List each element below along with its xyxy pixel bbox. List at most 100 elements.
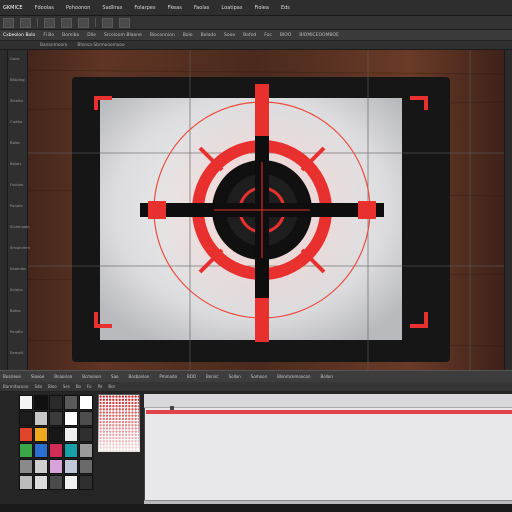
- document-tab-bar: Cxbeolon Bolo Fi Bo Bomibo Dlie Srcoloom Bla…: [0, 30, 512, 41]
- document-tab[interactable]: Dlie: [87, 33, 96, 38]
- color-swatch[interactable]: [19, 395, 33, 410]
- bottom-tab[interactable]: Ses: [63, 384, 70, 389]
- color-swatch[interactable]: [34, 475, 48, 490]
- status-item: Bnaorion: [54, 374, 73, 379]
- bottom-tab[interactable]: Sda: [34, 384, 42, 389]
- document-tab[interactable]: Bolodo: [201, 33, 216, 38]
- bottom-tab[interactable]: Po: [98, 384, 103, 389]
- document-tab[interactable]: Foc: [264, 33, 272, 38]
- ruler-label: Ponolo: [10, 203, 23, 208]
- status-item: BOO: [187, 374, 196, 379]
- status-item: Bonirc: [206, 374, 219, 379]
- menu-item[interactable]: GKMICE: [3, 5, 23, 11]
- color-swatch[interactable]: [49, 411, 63, 426]
- color-swatch[interactable]: [19, 411, 33, 426]
- ruler-label: Semoli: [10, 350, 23, 355]
- playhead-marker-icon[interactable]: [170, 406, 174, 410]
- status-item: Somoon: [250, 374, 268, 379]
- menu-item[interactable]: Folarpes: [134, 5, 155, 11]
- document-tab[interactable]: Bofod: [243, 33, 256, 38]
- color-swatch[interactable]: [19, 443, 33, 458]
- color-swatch[interactable]: [79, 443, 93, 458]
- color-swatch[interactable]: [19, 475, 33, 490]
- color-swatch[interactable]: [64, 475, 78, 490]
- bottom-tab[interactable]: Bor: [108, 384, 115, 389]
- options-item[interactable]: Bananmoore: [40, 43, 67, 48]
- tool-button-3[interactable]: [44, 17, 55, 28]
- menu-item[interactable]: Fkeas: [167, 5, 181, 11]
- color-swatch[interactable]: [49, 427, 63, 442]
- menu-item[interactable]: Faolas: [194, 5, 210, 11]
- ruler-label: Eoomlos: [10, 266, 27, 271]
- ruler-label: Soloco: [10, 287, 23, 292]
- footer-bar: [0, 504, 512, 512]
- color-swatch[interactable]: [34, 459, 48, 474]
- status-item: Blonmcemoocon: [277, 374, 311, 379]
- ruler-label: Bofos: [10, 308, 21, 313]
- tool-button-6[interactable]: [102, 17, 113, 28]
- document-tab[interactable]: BIOO: [280, 33, 292, 38]
- color-swatch[interactable]: [79, 459, 93, 474]
- color-swatch[interactable]: [49, 395, 63, 410]
- document-tab[interactable]: Cxbeolon Bolo: [3, 33, 35, 38]
- menu-item[interactable]: Sadliras: [102, 5, 122, 11]
- color-swatch[interactable]: [34, 427, 48, 442]
- document-tab[interactable]: Bolo: [183, 33, 193, 38]
- ruler-label: Cudbo: [10, 119, 23, 124]
- status-item: Sao: [111, 374, 119, 379]
- color-swatch[interactable]: [19, 459, 33, 474]
- status-item: Sloooe: [30, 374, 45, 379]
- document-tab[interactable]: Sooo: [224, 33, 235, 38]
- document-tab[interactable]: Fi Bo: [43, 33, 54, 38]
- color-swatch[interactable]: [64, 411, 78, 426]
- tool-button-7[interactable]: [119, 17, 130, 28]
- document-tab[interactable]: Srcoloom Blaone: [104, 33, 142, 38]
- tool-button-5[interactable]: [78, 17, 89, 28]
- color-swatch[interactable]: [49, 443, 63, 458]
- tool-button-4[interactable]: [61, 17, 72, 28]
- menu-item[interactable]: Eds: [281, 5, 290, 11]
- left-panel-edge: [0, 50, 8, 370]
- color-swatch[interactable]: [34, 395, 48, 410]
- ruler-label: Bolols: [10, 161, 22, 166]
- ruler-label: Sfcolbr: [10, 98, 24, 103]
- bottom-tab[interactable]: Barmitacono: [3, 384, 28, 389]
- color-swatch[interactable]: [49, 475, 63, 490]
- ruler-label: Sicamoalp: [10, 224, 30, 229]
- vertical-ruler: Goos Btibiing Sfcolbr Cudbo Boloc Bolols Fsiol…: [8, 50, 30, 370]
- color-swatch[interactable]: [79, 475, 93, 490]
- ruler-label: Fsiolon: [10, 182, 24, 187]
- bottom-tab[interactable]: Bloo: [48, 384, 57, 389]
- color-swatch[interactable]: [79, 411, 93, 426]
- document-tab[interactable]: Bioconnion: [150, 33, 175, 38]
- color-swatch[interactable]: [79, 427, 93, 442]
- ruler-label: Goos: [10, 56, 20, 61]
- menu-item[interactable]: Loatipas: [221, 5, 242, 11]
- tool-button-2[interactable]: [20, 17, 31, 28]
- color-swatch[interactable]: [34, 443, 48, 458]
- color-swatch[interactable]: [64, 427, 78, 442]
- status-item: Sollon: [228, 374, 241, 379]
- tool-button-1[interactable]: [3, 17, 14, 28]
- color-swatch[interactable]: [34, 411, 48, 426]
- bottom-tab[interactable]: Fo: [87, 384, 92, 389]
- color-swatch[interactable]: [49, 459, 63, 474]
- bottom-tab[interactable]: Bo: [76, 384, 81, 389]
- color-swatch[interactable]: [19, 427, 33, 442]
- menu-item[interactable]: Fdoolas: [35, 5, 54, 11]
- status-item: Pmmodo: [159, 374, 178, 379]
- color-swatch[interactable]: [64, 443, 78, 458]
- color-swatch[interactable]: [79, 395, 93, 410]
- bottom-panel-tabs: Barmitacono Sda Bloo Ses Bo Fo Po Bor: [0, 382, 512, 392]
- status-item: Bcmonon: [82, 374, 102, 379]
- color-swatch[interactable]: [64, 395, 78, 410]
- color-swatch[interactable]: [64, 459, 78, 474]
- menu-item[interactable]: Fiolea: [254, 5, 269, 11]
- timeline-track[interactable]: [146, 410, 512, 414]
- options-item[interactable]: Bhiesa-Sbrmooomooe: [77, 43, 124, 48]
- document-tab[interactable]: Bomibo: [62, 33, 79, 38]
- canvas-workspace[interactable]: [0, 50, 512, 370]
- document-tab[interactable]: BIOMICEOOMBOE: [299, 33, 339, 38]
- status-bar: Bossleoe Sloooe Bnaorion Bcmonon Sao Bosbanlo…: [0, 370, 512, 382]
- menu-item[interactable]: Pohoonon: [66, 5, 91, 11]
